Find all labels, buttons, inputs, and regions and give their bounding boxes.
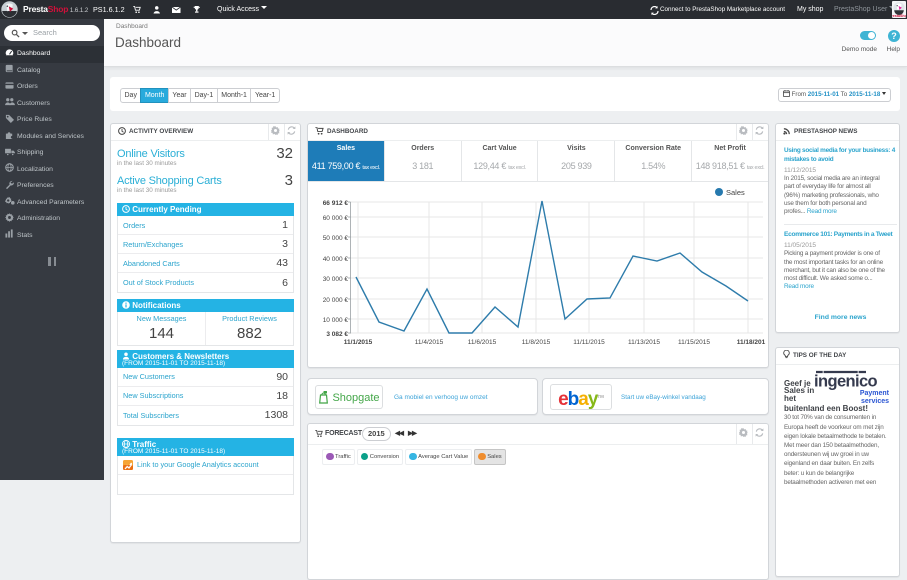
svg-text:50 000 €: 50 000 € — [323, 235, 349, 242]
svg-text:PrestaShop: PrestaShop — [892, 14, 906, 18]
svg-text:40 000 €: 40 000 € — [323, 256, 349, 263]
svg-text:60 000 €: 60 000 € — [323, 215, 349, 222]
svg-text:11/13/2015: 11/13/2015 — [628, 339, 660, 346]
svg-text:11/11/2015: 11/11/2015 — [573, 339, 605, 346]
svg-text:11/18/201: 11/18/201 — [737, 339, 766, 346]
svg-text:10 000 €: 10 000 € — [323, 317, 349, 324]
svg-text:66 912 €: 66 912 € — [323, 200, 349, 207]
svg-text:11/6/2015: 11/6/2015 — [468, 339, 497, 346]
svg-text:11/4/2015: 11/4/2015 — [415, 339, 444, 346]
svg-text:20 000 €: 20 000 € — [323, 297, 349, 304]
svg-text:11/1/2015: 11/1/2015 — [344, 339, 373, 346]
svg-text:3 082 €: 3 082 € — [326, 331, 348, 338]
svg-text:Sales: Sales — [726, 188, 745, 197]
svg-text:11/8/2015: 11/8/2015 — [522, 339, 551, 346]
svg-text:ingenico: ingenico — [814, 373, 878, 391]
svg-text:11/15/2015: 11/15/2015 — [678, 339, 710, 346]
svg-text:Payment: Payment — [860, 390, 890, 397]
svg-text:30 000 €: 30 000 € — [323, 276, 349, 283]
